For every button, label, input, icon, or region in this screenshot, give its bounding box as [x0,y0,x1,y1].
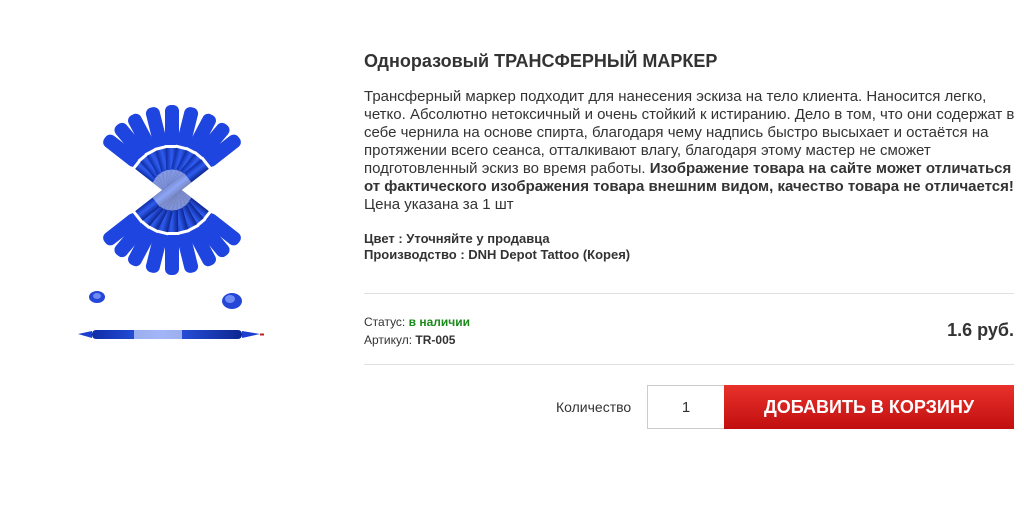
status-value: в наличии [408,315,470,329]
product-image[interactable] [14,70,330,360]
add-to-cart-button[interactable]: ДОБАВИТЬ В КОРЗИНУ [724,385,1014,429]
product-description: Трансферный маркер подходит для нанесени… [364,88,1016,214]
status-label: Статус: [364,315,406,329]
status-block: Статус: в наличии Артикул: TR-005 [364,313,470,349]
color-property: Цвет : Уточняйте у продавца [364,231,550,246]
quantity-input[interactable] [647,385,724,429]
price-note: Цена указана за 1 шт [364,196,514,213]
article-label: Артикул: [364,333,413,347]
marker-cap-icon [222,293,242,309]
divider [364,364,1014,365]
open-marker-icon [78,330,264,339]
marker-cap-icon [89,291,105,303]
quantity-label: Количество [556,399,632,415]
product-properties: Цвет : Уточняйте у продавца Производство… [364,231,630,263]
divider [364,293,1014,294]
product-title: Одноразовый ТРАНСФЕРНЫЙ МАРКЕР [364,51,718,71]
markers-photo-icon [78,105,264,339]
price: 1.6 руб. [947,320,1014,340]
production-property: Производство : DNH Depot Tattoo (Корея) [364,247,631,262]
article-value: TR-005 [415,333,456,347]
